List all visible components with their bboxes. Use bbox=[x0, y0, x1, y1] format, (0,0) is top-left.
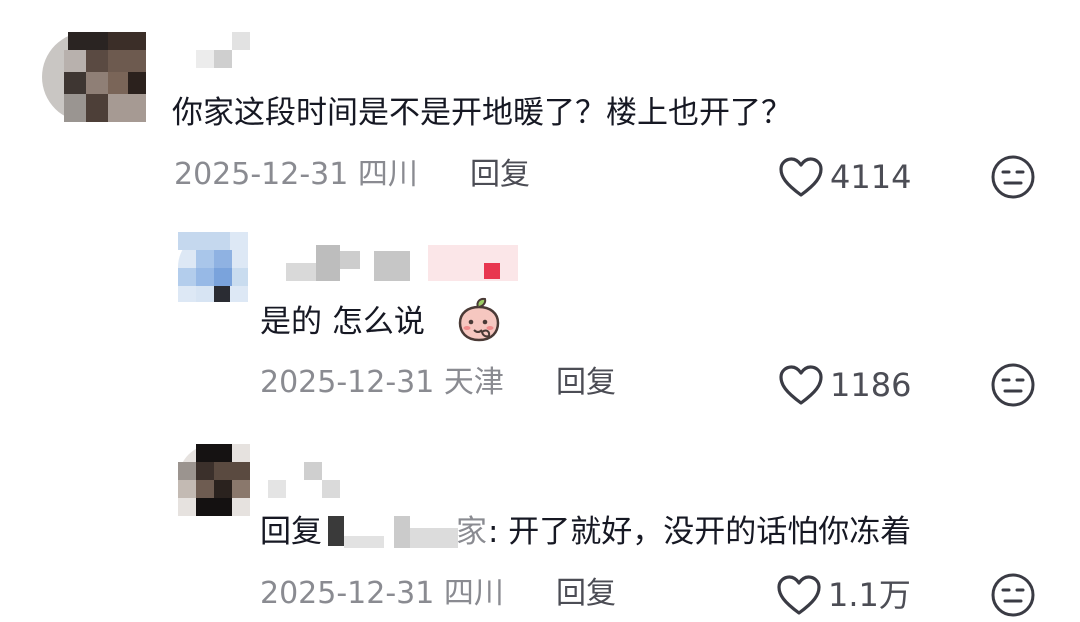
like-button[interactable]: 1.1万 bbox=[776, 574, 911, 616]
comment-meta: 2025-12-31 四川 bbox=[260, 574, 504, 614]
comment-meta: 2025-12-31 四川 bbox=[174, 155, 418, 195]
dislike-button[interactable] bbox=[990, 572, 1036, 622]
comment-text: 回复 bbox=[260, 512, 322, 552]
username-blurred[interactable] bbox=[268, 460, 348, 500]
comment-location: 天津 bbox=[443, 365, 504, 400]
comment-date: 2025-12-31 bbox=[260, 576, 435, 611]
comment-text: 是的 怎么说 bbox=[260, 302, 425, 342]
reply-target-visible: 家 bbox=[456, 514, 487, 550]
like-count: 4114 bbox=[830, 158, 912, 196]
comment-date: 2025-12-31 bbox=[260, 365, 435, 400]
reply-button[interactable]: 回复 bbox=[470, 155, 530, 195]
heart-outline-icon bbox=[779, 365, 823, 405]
username-blurred[interactable] bbox=[286, 245, 526, 285]
neutral-face-icon bbox=[991, 155, 1035, 199]
heart-outline-icon bbox=[779, 157, 823, 197]
neutral-face-icon bbox=[991, 363, 1035, 407]
like-count: 1.1万 bbox=[828, 576, 911, 614]
reply-button[interactable]: 回复 bbox=[556, 574, 616, 614]
dislike-button[interactable] bbox=[990, 154, 1036, 204]
neutral-face-icon bbox=[991, 573, 1035, 617]
comment-text-content: 是的 怎么说 bbox=[260, 304, 425, 340]
heart-outline-icon bbox=[777, 575, 821, 615]
comment-text-content: : 开了就好，没开的话怕你冻着 bbox=[488, 514, 912, 550]
reply-target-blurred[interactable] bbox=[328, 514, 458, 550]
avatar[interactable] bbox=[42, 32, 146, 122]
reply-button[interactable]: 回复 bbox=[556, 363, 616, 403]
like-count: 1186 bbox=[830, 366, 912, 404]
peach-emoji-icon bbox=[456, 296, 502, 344]
like-button[interactable]: 4114 bbox=[778, 156, 911, 198]
avatar[interactable] bbox=[178, 444, 250, 516]
dislike-button[interactable] bbox=[990, 362, 1036, 412]
reply-prefix: 回复 bbox=[260, 514, 322, 550]
avatar[interactable] bbox=[178, 232, 248, 302]
comment-date: 2025-12-31 bbox=[174, 157, 349, 192]
comment-meta: 2025-12-31 天津 bbox=[260, 363, 504, 403]
comment-location: 四川 bbox=[357, 157, 418, 192]
comment-location: 四川 bbox=[443, 576, 504, 611]
like-button[interactable]: 1186 bbox=[778, 364, 911, 406]
username-blurred[interactable] bbox=[196, 32, 256, 72]
comment-text: 你家这段时间是不是开地暖了？楼上也开了？ bbox=[172, 95, 792, 131]
